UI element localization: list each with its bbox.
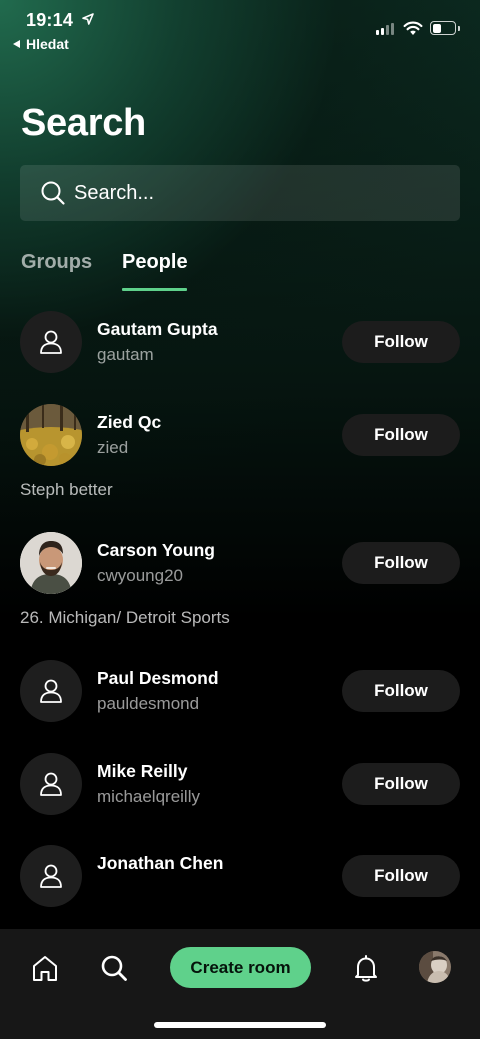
battery-icon [430, 21, 456, 35]
follow-button[interactable]: Follow [342, 670, 460, 712]
location-arrow-icon [82, 13, 94, 25]
person-handle: zied [97, 438, 129, 457]
person-handle: michaelqreilly [97, 787, 200, 806]
wifi-icon [403, 21, 423, 35]
follow-button[interactable]: Follow [342, 855, 460, 897]
status-time: 19:14 [26, 10, 74, 30]
search-bar[interactable] [20, 165, 460, 221]
avatar-placeholder [20, 660, 82, 722]
home-icon[interactable] [30, 953, 60, 983]
follow-button[interactable]: Follow [342, 542, 460, 584]
search-icon[interactable] [99, 953, 129, 983]
person-bio: Steph better [20, 480, 113, 499]
tab-people[interactable]: People [122, 251, 188, 274]
person-handle: cwyoung20 [97, 566, 184, 585]
avatar-placeholder [20, 311, 82, 373]
person-name: Zied Qc [97, 412, 162, 432]
person-handle: gautam [97, 345, 154, 364]
follow-button[interactable]: Follow [342, 321, 460, 363]
follow-button[interactable]: Follow [342, 414, 460, 456]
person-icon [40, 864, 62, 888]
back-to-app-link[interactable]: Hledat [13, 36, 69, 52]
person-handle: pauldesmond [97, 694, 200, 713]
active-tab-indicator [122, 288, 187, 291]
bottom-nav: Create room [0, 929, 480, 1039]
photo-leaves-image [20, 404, 82, 466]
avatar-placeholder [20, 845, 82, 907]
person-name: Jonathan Chen [97, 853, 224, 873]
search-input[interactable] [74, 181, 414, 205]
create-room-button[interactable]: Create room [170, 947, 311, 988]
battery-tip [458, 26, 460, 31]
person-bio: 26. Michigan/ Detroit Sports [20, 608, 230, 627]
person-name: Gautam Gupta [97, 319, 218, 339]
photo-man-image [20, 532, 82, 594]
person-name: Mike Reilly [97, 761, 188, 781]
profile-avatar[interactable] [419, 951, 451, 983]
avatar-photo [20, 404, 82, 466]
person-icon [40, 679, 62, 703]
back-triangle-icon [13, 40, 20, 48]
avatar-photo [20, 532, 82, 594]
page-title: Search [21, 102, 146, 144]
search-icon [41, 181, 65, 205]
follow-button[interactable]: Follow [342, 763, 460, 805]
bell-icon[interactable] [351, 953, 381, 983]
person-name: Paul Desmond [97, 668, 219, 688]
person-name: Carson Young [97, 540, 215, 560]
back-link-label: Hledat [26, 36, 69, 52]
home-indicator [154, 1022, 326, 1028]
avatar-placeholder [20, 753, 82, 815]
profile-photo-image [419, 951, 451, 983]
cellular-signal-icon [376, 23, 394, 35]
tab-groups[interactable]: Groups [21, 251, 92, 274]
person-icon [40, 772, 62, 796]
person-icon [40, 330, 62, 354]
